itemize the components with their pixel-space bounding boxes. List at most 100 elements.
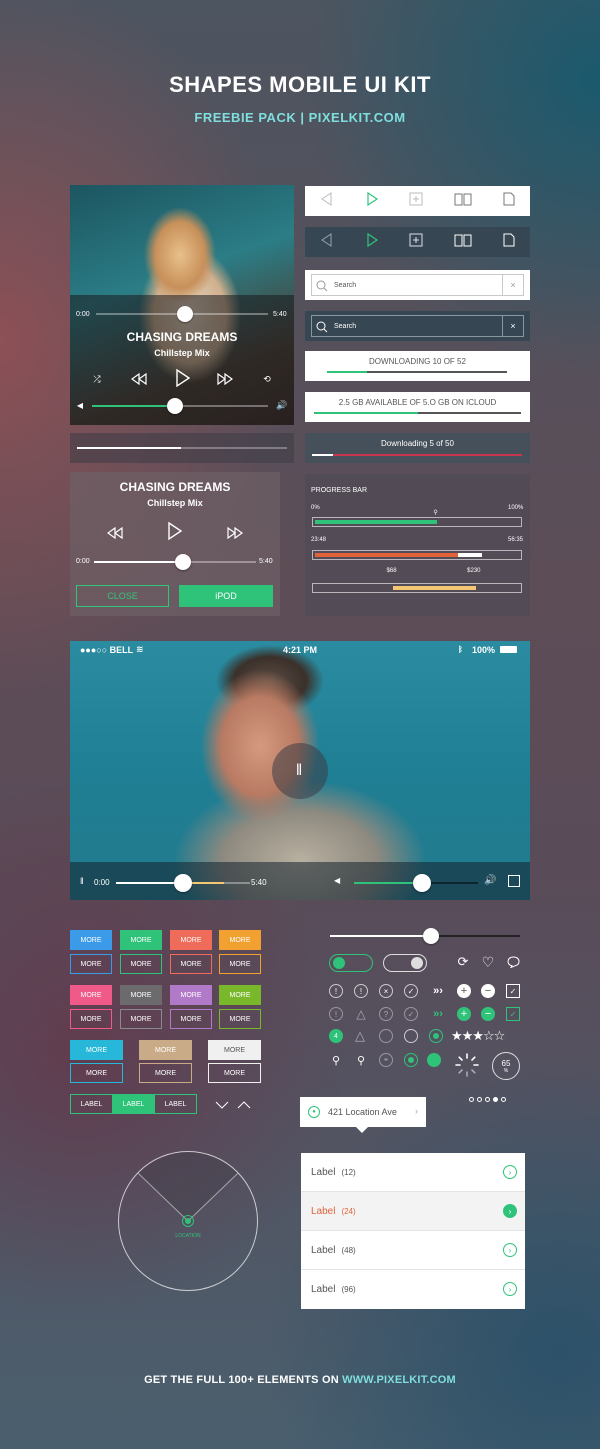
radio-selected-icon[interactable] [429, 1029, 443, 1043]
more-button-orange-outline[interactable]: MORE [219, 954, 261, 974]
battery-icon [500, 646, 517, 653]
more-button-pink-outline[interactable]: MORE [70, 1009, 112, 1029]
download-fill [327, 371, 367, 373]
more-button-gray-outline[interactable]: MORE [120, 1009, 162, 1029]
slider-knob[interactable] [423, 928, 439, 944]
close-button[interactable]: CLOSE [76, 585, 169, 607]
more-button-coral-outline[interactable]: MORE [170, 954, 212, 974]
back-icon[interactable] [320, 232, 334, 252]
more-button-lime-outline[interactable]: MORE [219, 1009, 261, 1029]
more-button-blue[interactable]: MORE [70, 930, 112, 950]
plus-circle-icon[interactable]: + [457, 984, 471, 998]
toggle-on[interactable] [329, 954, 373, 972]
document-icon[interactable] [503, 233, 515, 252]
fullscreen-icon[interactable] [508, 875, 520, 887]
add-icon[interactable] [409, 192, 423, 211]
more-button-white[interactable]: MORE [208, 1040, 261, 1060]
checkbox-checked-icon[interactable]: ✓ [506, 984, 520, 998]
document-icon[interactable] [503, 192, 515, 211]
more-button-tan[interactable]: MORE [139, 1040, 192, 1060]
page-dot[interactable] [477, 1097, 482, 1102]
add-icon[interactable] [409, 233, 423, 252]
rewind-icon[interactable] [106, 524, 124, 542]
checkbox-checked-icon-green[interactable]: ✓ [506, 1007, 520, 1021]
play-icon[interactable] [365, 191, 379, 211]
more-button-cyan[interactable]: MORE [70, 1040, 123, 1060]
clear-search-button[interactable]: × [502, 275, 523, 295]
page-dot[interactable] [469, 1097, 474, 1102]
fast-forward-icon[interactable] [216, 370, 234, 388]
star-rating[interactable]: ★★★☆☆ [451, 1029, 505, 1043]
minus-circle-icon[interactable]: − [481, 984, 495, 998]
more-button-blue-outline[interactable]: MORE [70, 954, 112, 974]
segment-label-3[interactable]: LABEL [154, 1095, 196, 1113]
location-marker-icon[interactable] [182, 1215, 194, 1227]
seek-knob[interactable] [175, 554, 192, 570]
list-item-active[interactable]: Label (24) › [301, 1192, 525, 1231]
more-button-green-outline[interactable]: MORE [120, 954, 162, 974]
search-input[interactable]: Search [334, 282, 356, 289]
video-volume-knob[interactable] [413, 874, 432, 892]
more-button-white-outline[interactable]: MORE [208, 1063, 261, 1083]
book-icon[interactable] [454, 233, 472, 252]
repeat-icon[interactable]: ⟲ [260, 372, 274, 386]
pause-overlay-button[interactable]: ‖ [272, 743, 328, 799]
compass-icon: ⌖ [379, 1053, 393, 1067]
play-icon[interactable] [164, 520, 186, 542]
more-button-pink[interactable]: MORE [70, 985, 112, 1005]
ipod-button[interactable]: iPOD [179, 585, 273, 607]
forward-chevrons-icon[interactable]: »› [428, 984, 448, 998]
play-icon[interactable] [172, 367, 194, 389]
heart-icon[interactable]: ♡ [481, 954, 495, 970]
help-icon[interactable]: ? [379, 1007, 393, 1021]
search-input[interactable]: Search [334, 323, 356, 330]
more-button-lime[interactable]: MORE [219, 985, 261, 1005]
forward-chevrons-icon-green[interactable]: »› [428, 1007, 448, 1021]
location-popup[interactable]: ● 421 Location Ave › [300, 1097, 426, 1133]
plus-circle-icon-green[interactable]: + [457, 1007, 471, 1021]
page-dot-active[interactable] [493, 1097, 498, 1102]
close-circle-icon[interactable]: × [379, 984, 393, 998]
more-button-orange[interactable]: MORE [219, 930, 261, 950]
refresh-icon[interactable]: ⟳ [456, 954, 470, 969]
list-item[interactable]: Label (12) › [301, 1153, 525, 1192]
footer-link[interactable]: WWW.PIXELKIT.COM [342, 1374, 456, 1386]
rewind-icon[interactable] [130, 370, 148, 388]
minus-circle-icon-green[interactable]: − [481, 1007, 495, 1021]
list-item[interactable]: Label (48) › [301, 1231, 525, 1270]
bluetooth-icon: ᛒ [458, 645, 463, 654]
toggle-off[interactable] [383, 954, 427, 972]
more-button-gray[interactable]: MORE [120, 985, 162, 1005]
segment-label-2[interactable]: LABEL [112, 1095, 154, 1113]
radio-selected-icon[interactable] [404, 1053, 418, 1067]
page-dot[interactable] [501, 1097, 506, 1102]
video-seek-knob[interactable] [174, 874, 192, 892]
progress-bar-green [312, 517, 522, 527]
play-icon[interactable] [365, 232, 379, 252]
shuffle-icon[interactable]: ⤮ [90, 372, 104, 386]
more-button-green[interactable]: MORE [120, 930, 162, 950]
pause-icon[interactable]: ‖ [80, 876, 84, 886]
radio-empty-icon[interactable] [404, 1029, 418, 1043]
volume-knob[interactable] [166, 398, 183, 414]
list-item[interactable]: Label (96) › [301, 1270, 525, 1309]
chevron-down-icon[interactable] [215, 1097, 229, 1115]
fast-forward-icon[interactable] [226, 524, 244, 542]
time-start: 0:00 [76, 558, 90, 565]
chat-bubble-icon[interactable] [506, 955, 520, 969]
more-button-coral[interactable]: MORE [170, 930, 212, 950]
more-button-purple[interactable]: MORE [170, 985, 212, 1005]
more-button-cyan-outline[interactable]: MORE [70, 1063, 123, 1083]
chevron-up-icon[interactable] [237, 1097, 251, 1115]
check-circle-icon-dim[interactable]: ✓ [404, 1007, 418, 1021]
segment-label-1[interactable]: LABEL [71, 1095, 112, 1113]
page-dot[interactable] [485, 1097, 490, 1102]
check-circle-icon[interactable]: ✓ [404, 984, 418, 998]
more-button-tan-outline[interactable]: MORE [139, 1063, 192, 1083]
download-track [312, 454, 522, 456]
storage-progress: 2.5 GB AVAILABLE OF 5.O GB ON ICLOUD [305, 392, 530, 422]
back-icon[interactable] [320, 191, 334, 211]
more-button-purple-outline[interactable]: MORE [170, 1009, 212, 1029]
clear-search-button[interactable]: × [502, 316, 523, 336]
book-icon[interactable] [454, 192, 472, 211]
